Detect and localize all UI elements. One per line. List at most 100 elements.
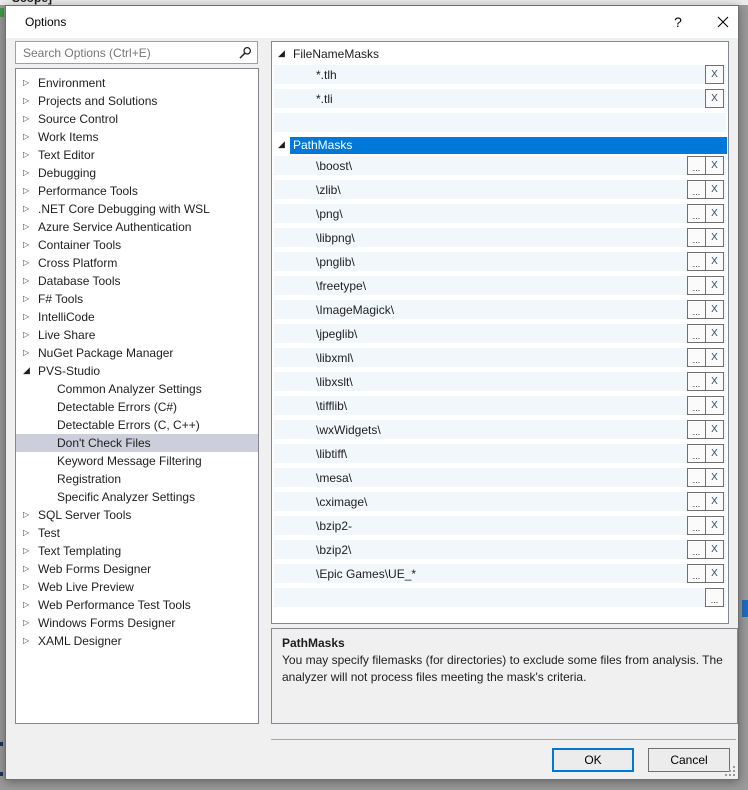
browse-button[interactable]: ... (687, 276, 706, 295)
mask-row[interactable]: \boost\...X (274, 156, 726, 175)
mask-value[interactable]: *.tlh (316, 68, 337, 82)
section-expanded-icon[interactable]: ◢ (278, 49, 290, 59)
title-bar[interactable]: Options ? (6, 6, 738, 38)
tree-item-specific-analyzer-settings[interactable]: Specific Analyzer Settings (16, 488, 258, 506)
remove-button[interactable]: X (705, 228, 724, 247)
browse-button[interactable]: ... (687, 492, 706, 511)
mask-value[interactable]: \libtiff\ (316, 447, 347, 461)
browse-button[interactable]: ... (687, 204, 706, 223)
chevron-collapsed-icon[interactable]: ▷ (23, 506, 38, 524)
remove-button[interactable]: X (705, 65, 724, 84)
tree-item-sql-server-tools[interactable]: ▷SQL Server Tools (16, 506, 258, 524)
mask-value[interactable]: \cximage\ (316, 495, 367, 509)
chevron-collapsed-icon[interactable]: ▷ (23, 524, 38, 542)
mask-row[interactable]: \Epic Games\UE_*...X (274, 564, 726, 583)
remove-button[interactable]: X (705, 156, 724, 175)
search-input[interactable] (21, 44, 230, 62)
tree-item-debugging[interactable]: ▷Debugging (16, 164, 258, 182)
browse-button[interactable]: ... (687, 540, 706, 559)
cancel-button[interactable]: Cancel (648, 748, 730, 772)
mask-value[interactable]: \png\ (316, 207, 343, 221)
tree-item-environment[interactable]: ▷Environment (16, 74, 258, 92)
mask-row[interactable]: \mesa\...X (274, 468, 726, 487)
browse-button[interactable]: ... (687, 564, 706, 583)
mask-row[interactable]: \freetype\...X (274, 276, 726, 295)
mask-row[interactable]: *.tliX (274, 89, 726, 108)
tree-item-intellicode[interactable]: ▷IntelliCode (16, 308, 258, 326)
chevron-collapsed-icon[interactable]: ▷ (23, 164, 38, 182)
mask-value[interactable]: \boost\ (316, 159, 352, 173)
mask-value[interactable]: \ImageMagick\ (316, 303, 394, 317)
mask-row[interactable]: \ImageMagick\...X (274, 300, 726, 319)
mask-row[interactable]: \libxslt\...X (274, 372, 726, 391)
remove-button[interactable]: X (705, 468, 724, 487)
chevron-collapsed-icon[interactable]: ▷ (23, 326, 38, 344)
chevron-collapsed-icon[interactable]: ▷ (23, 290, 38, 308)
mask-value[interactable]: \wxWidgets\ (316, 423, 381, 437)
remove-button[interactable]: X (705, 372, 724, 391)
help-button[interactable]: ? (664, 10, 692, 34)
tree-item-net-core-debugging-with-wsl[interactable]: ▷.NET Core Debugging with WSL (16, 200, 258, 218)
mask-value[interactable]: \zlib\ (316, 183, 341, 197)
chevron-collapsed-icon[interactable]: ▷ (23, 218, 38, 236)
chevron-collapsed-icon[interactable]: ▷ (23, 200, 38, 218)
tree-item-keyword-message-filtering[interactable]: Keyword Message Filtering (16, 452, 258, 470)
tree-item-nuget-package-manager[interactable]: ▷NuGet Package Manager (16, 344, 258, 362)
tree-item-common-analyzer-settings[interactable]: Common Analyzer Settings (16, 380, 258, 398)
mask-value[interactable]: \Epic Games\UE_* (316, 567, 416, 581)
remove-button[interactable]: X (705, 324, 724, 343)
browse-button[interactable]: ... (687, 468, 706, 487)
mask-value[interactable]: \tifflib\ (316, 399, 347, 413)
tree-item-pvs-studio[interactable]: ◢PVS-Studio (16, 362, 258, 380)
chevron-collapsed-icon[interactable]: ▷ (23, 344, 38, 362)
browse-button[interactable]: ... (687, 300, 706, 319)
tree-item-text-templating[interactable]: ▷Text Templating (16, 542, 258, 560)
tree-item-registration[interactable]: Registration (16, 470, 258, 488)
chevron-collapsed-icon[interactable]: ▷ (23, 182, 38, 200)
mask-row[interactable]: \wxWidgets\...X (274, 420, 726, 439)
tree-item-web-live-preview[interactable]: ▷Web Live Preview (16, 578, 258, 596)
tree-item-text-editor[interactable]: ▷Text Editor (16, 146, 258, 164)
chevron-collapsed-icon[interactable]: ▷ (23, 308, 38, 326)
section-expanded-icon[interactable]: ◢ (278, 140, 290, 150)
search-icon[interactable] (238, 46, 252, 63)
remove-button[interactable]: X (705, 276, 724, 295)
chevron-collapsed-icon[interactable]: ▷ (23, 542, 38, 560)
mask-row[interactable]: \jpeglib\...X (274, 324, 726, 343)
mask-row[interactable]: \libpng\...X (274, 228, 726, 247)
chevron-collapsed-icon[interactable]: ▷ (23, 128, 38, 146)
chevron-collapsed-icon[interactable]: ▷ (23, 254, 38, 272)
browse-button[interactable]: ... (687, 444, 706, 463)
remove-button[interactable]: X (705, 492, 724, 511)
remove-button[interactable]: X (705, 252, 724, 271)
mask-row[interactable]: \pnglib\...X (274, 252, 726, 271)
tree-item-container-tools[interactable]: ▷Container Tools (16, 236, 258, 254)
remove-button[interactable]: X (705, 300, 724, 319)
remove-button[interactable]: X (705, 204, 724, 223)
mask-value[interactable]: \libxml\ (316, 351, 353, 365)
browse-button[interactable]: ... (687, 396, 706, 415)
chevron-collapsed-icon[interactable]: ▷ (23, 632, 38, 650)
mask-row[interactable]: \libtiff\...X (274, 444, 726, 463)
chevron-collapsed-icon[interactable]: ▷ (23, 236, 38, 254)
remove-button[interactable]: X (705, 420, 724, 439)
browse-button[interactable]: ... (687, 180, 706, 199)
chevron-collapsed-icon[interactable]: ▷ (23, 74, 38, 92)
chevron-collapsed-icon[interactable]: ▷ (23, 560, 38, 578)
remove-button[interactable]: X (705, 540, 724, 559)
mask-row[interactable]: \tifflib\...X (274, 396, 726, 415)
chevron-collapsed-icon[interactable]: ▷ (23, 146, 38, 164)
mask-row[interactable]: \bzip2\...X (274, 540, 726, 559)
ok-button[interactable]: OK (552, 748, 634, 772)
chevron-collapsed-icon[interactable]: ▷ (23, 110, 38, 128)
remove-button[interactable]: X (705, 348, 724, 367)
browse-button[interactable]: ... (687, 420, 706, 439)
browse-button[interactable]: ... (687, 324, 706, 343)
tree-item-web-performance-test-tools[interactable]: ▷Web Performance Test Tools (16, 596, 258, 614)
mask-value[interactable]: \mesa\ (316, 471, 352, 485)
mask-row[interactable]: \cximage\...X (274, 492, 726, 511)
chevron-collapsed-icon[interactable]: ▷ (23, 578, 38, 596)
tree-item-work-items[interactable]: ▷Work Items (16, 128, 258, 146)
mask-row[interactable]: \png\...X (274, 204, 726, 223)
tree-item-source-control[interactable]: ▷Source Control (16, 110, 258, 128)
